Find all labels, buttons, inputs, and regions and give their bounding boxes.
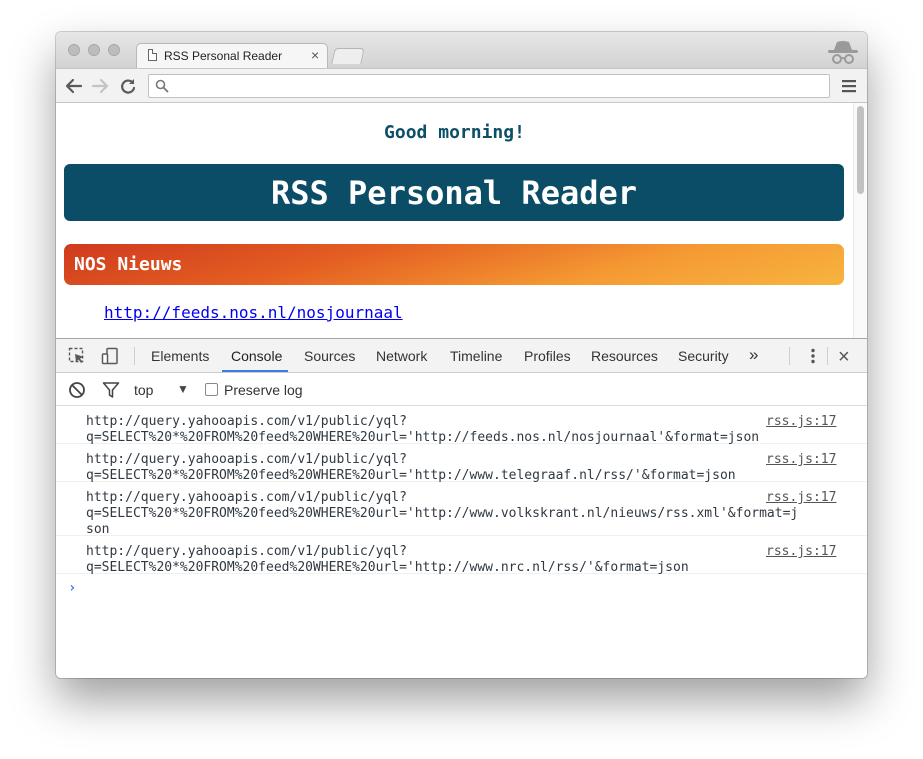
tab-elements[interactable]: Elements — [151, 348, 209, 364]
filter-icon[interactable] — [102, 381, 120, 399]
title-bar: RSS Personal Reader × — [56, 32, 867, 68]
page-header: RSS Personal Reader — [64, 164, 844, 221]
hamburger-menu-icon[interactable] — [840, 78, 858, 94]
console-message-text: http://query.yahooapis.com/v1/public/yql… — [86, 544, 689, 575]
tab-security[interactable]: Security — [678, 348, 729, 364]
feed-header: NOS Nieuws — [64, 244, 844, 285]
console-source-link[interactable]: rss.js:17 — [766, 452, 836, 468]
clear-console-icon[interactable] — [68, 381, 86, 399]
console-output: http://query.yahooapis.com/v1/public/yql… — [56, 406, 867, 678]
back-arrow-icon[interactable] — [64, 77, 84, 95]
console-prompt[interactable]: › — [68, 580, 76, 596]
console-message: http://query.yahooapis.com/v1/public/yql… — [56, 444, 867, 483]
search-icon — [155, 79, 169, 93]
console-filter-bar: top ▼ Preserve log — [56, 373, 867, 406]
console-message-text: http://query.yahooapis.com/v1/public/yql… — [86, 414, 760, 445]
new-tab-button[interactable] — [331, 48, 365, 64]
page-viewport: Good morning! RSS Personal Reader NOS Ni… — [56, 103, 867, 338]
browser-toolbar — [56, 68, 867, 103]
zoom-window-button[interactable] — [108, 44, 120, 56]
reload-icon[interactable] — [118, 77, 138, 95]
console-message: http://query.yahooapis.com/v1/public/yql… — [56, 482, 867, 537]
inspect-element-icon[interactable] — [68, 347, 86, 365]
more-tabs-icon[interactable]: » — [749, 345, 758, 365]
console-source-link[interactable]: rss.js:17 — [766, 490, 836, 506]
preserve-log-checkbox[interactable] — [205, 383, 218, 396]
tab-sources[interactable]: Sources — [304, 348, 355, 364]
tab-console[interactable]: Console — [231, 348, 282, 364]
device-toolbar-icon[interactable] — [101, 347, 119, 365]
minimize-window-button[interactable] — [88, 44, 100, 56]
tab-close-icon[interactable]: × — [311, 47, 319, 63]
scrollbar-thumb[interactable] — [857, 106, 864, 194]
forward-arrow-icon[interactable] — [90, 77, 110, 95]
console-message: http://query.yahooapis.com/v1/public/yql… — [56, 406, 867, 445]
greeting-text: Good morning! — [384, 122, 525, 143]
context-selector[interactable]: top — [134, 382, 153, 398]
tab-resources[interactable]: Resources — [591, 348, 658, 364]
toolbar-divider — [134, 347, 135, 365]
toolbar-divider — [789, 347, 790, 365]
page-scrollbar[interactable] — [853, 103, 867, 338]
console-source-link[interactable]: rss.js:17 — [766, 544, 836, 560]
console-message-text: http://query.yahooapis.com/v1/public/yql… — [86, 490, 799, 537]
tab-timeline[interactable]: Timeline — [450, 348, 502, 364]
page-icon — [148, 49, 157, 61]
feed-title: NOS Nieuws — [74, 254, 183, 275]
browser-window: RSS Personal Reader × Good morning! RSS … — [56, 32, 867, 678]
feed-link[interactable]: http://feeds.nos.nl/nosjournaal — [104, 303, 403, 322]
browser-tab[interactable]: RSS Personal Reader × — [136, 43, 328, 68]
tab-network[interactable]: Network — [376, 348, 427, 364]
customize-menu-icon[interactable] — [805, 347, 821, 365]
toolbar-divider — [827, 347, 828, 365]
close-devtools-icon[interactable]: × — [838, 346, 850, 369]
tab-title: RSS Personal Reader — [164, 49, 283, 63]
devtools-tab-bar: Elements Console Sources Network Timelin… — [56, 339, 867, 373]
page-title: RSS Personal Reader — [270, 174, 638, 212]
active-tab-indicator — [222, 370, 288, 372]
close-window-button[interactable] — [68, 44, 80, 56]
console-message-text: http://query.yahooapis.com/v1/public/yql… — [86, 452, 736, 483]
address-bar[interactable] — [148, 74, 830, 98]
devtools-panel: Elements Console Sources Network Timelin… — [56, 338, 867, 678]
console-source-link[interactable]: rss.js:17 — [766, 414, 836, 430]
context-dropdown-arrow-icon[interactable]: ▼ — [177, 382, 189, 396]
tab-profiles[interactable]: Profiles — [524, 348, 571, 364]
console-message: http://query.yahooapis.com/v1/public/yql… — [56, 536, 867, 575]
incognito-icon — [828, 41, 858, 64]
preserve-log-label[interactable]: Preserve log — [224, 382, 303, 398]
